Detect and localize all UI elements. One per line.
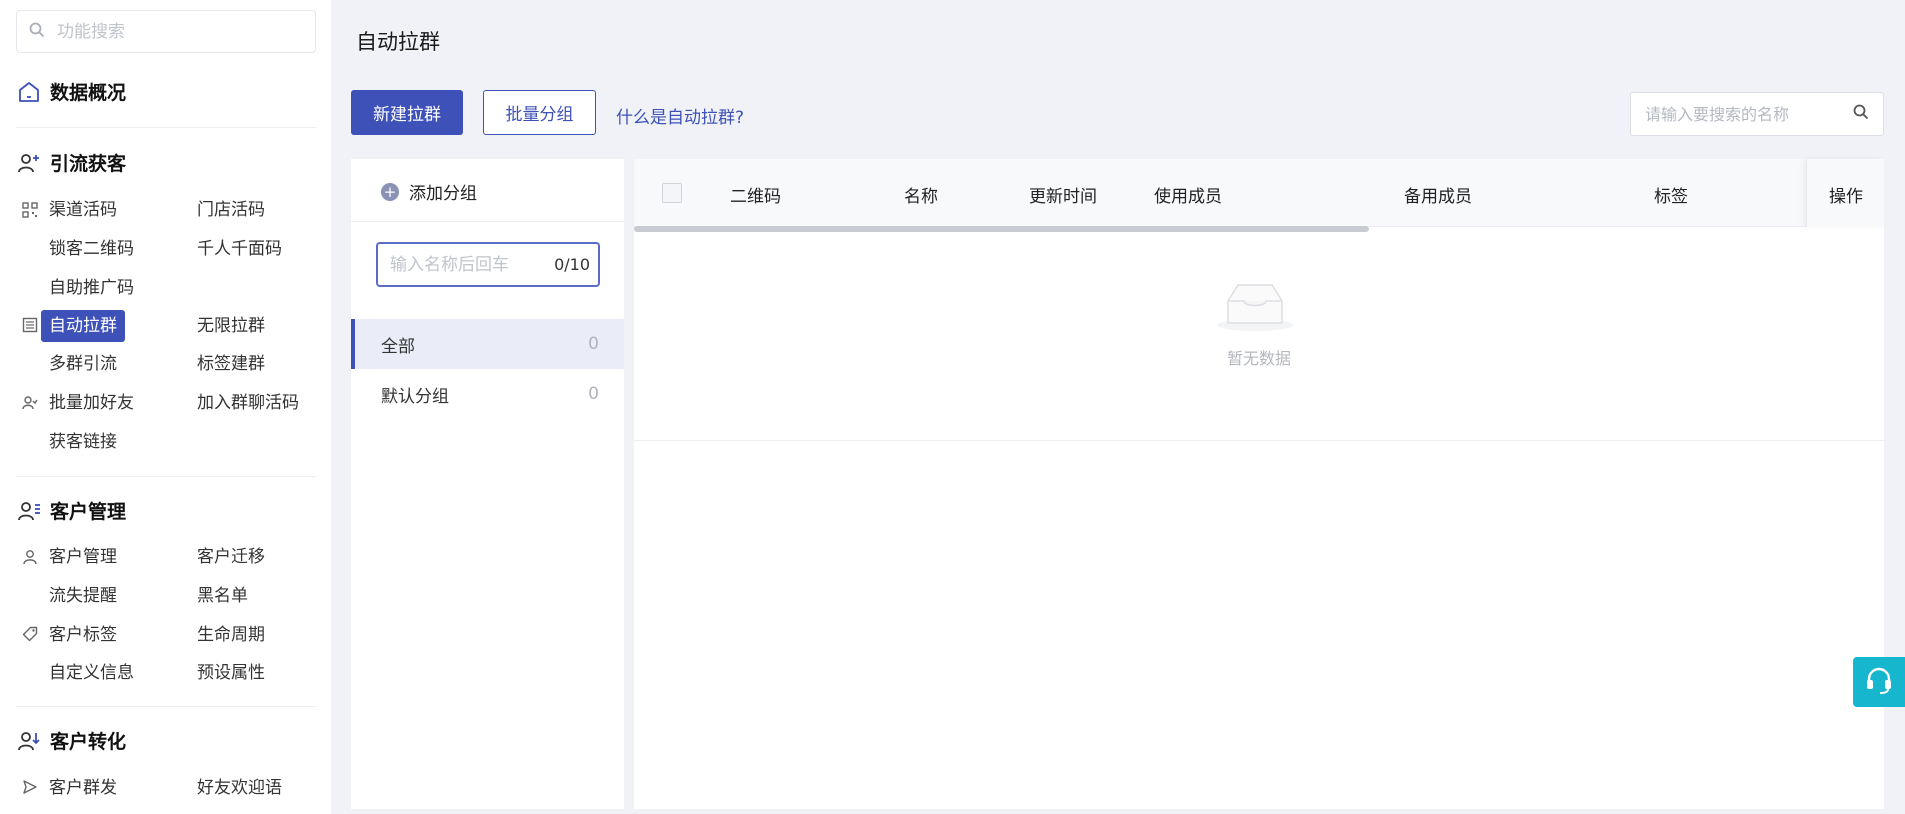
user-add-icon: [16, 150, 42, 176]
menu-churn-alert[interactable]: 流失提醒: [41, 580, 125, 612]
conversion-icon: [16, 728, 42, 754]
name-search[interactable]: [1630, 92, 1884, 136]
feature-search-input[interactable]: [57, 21, 307, 42]
menu-acquisition-link[interactable]: 获客链接: [41, 426, 125, 458]
feature-search[interactable]: [16, 10, 316, 53]
group-count: 0: [588, 384, 599, 404]
search-icon[interactable]: [1853, 104, 1869, 124]
group-panel: + 添加分组 0/10 全部 0 默认分组 0: [351, 159, 624, 809]
menu-welcome-message[interactable]: 好友欢迎语: [189, 772, 290, 804]
menu-tag-group[interactable]: 标签建群: [189, 348, 273, 380]
column-members: 使用成员: [1154, 187, 1222, 207]
section-title: 客户管理: [50, 501, 127, 523]
menu-customer-mgmt[interactable]: 客户管理: [41, 541, 125, 573]
help-link[interactable]: 什么是自动拉群?: [616, 103, 744, 128]
horizontal-scrollbar[interactable]: [634, 226, 1884, 233]
table-panel: 二维码 名称 更新时间 使用成员 备用成员 标签 操作 暂无数据: [634, 159, 1884, 809]
char-count: 0/10: [554, 255, 590, 274]
menu-lifecycle[interactable]: 生命周期: [189, 619, 273, 651]
person-icon: [20, 547, 40, 567]
divider: [16, 706, 316, 707]
group-item-default[interactable]: 默认分组 0: [351, 369, 624, 419]
add-group-label: 添加分组: [409, 184, 477, 204]
menu-blacklist[interactable]: 黑名单: [189, 580, 256, 612]
column-actions: 操作: [1829, 187, 1863, 207]
scrollbar-thumb[interactable]: [634, 226, 1369, 232]
menu-customer-migration[interactable]: 客户迁移: [189, 541, 273, 573]
menu-preset-attrs[interactable]: 预设属性: [189, 657, 273, 689]
list-icon: [20, 315, 40, 335]
section-data-overview[interactable]: 数据概况: [16, 78, 126, 105]
home-icon: [16, 79, 42, 105]
menu-join-group-code[interactable]: 加入群聊活码: [189, 387, 307, 419]
group-name: 默认分组: [381, 386, 449, 407]
menu-multi-group-lead[interactable]: 多群引流: [41, 348, 125, 380]
page-title: 自动拉群: [356, 30, 440, 54]
menu-batch-add-friends[interactable]: 批量加好友: [41, 387, 142, 419]
group-name-input[interactable]: [390, 254, 555, 275]
menu-mass-send[interactable]: 客户群发: [41, 772, 125, 804]
search-icon: [29, 22, 51, 42]
section-title: 客户转化: [50, 731, 127, 753]
column-backup-members: 备用成员: [1404, 187, 1472, 207]
empty-box-icon: [1216, 279, 1294, 338]
select-all-checkbox[interactable]: [662, 183, 682, 203]
column-updated-time: 更新时间: [1029, 187, 1097, 207]
customer-list-icon: [16, 498, 42, 524]
section-title: 数据概况: [50, 82, 127, 104]
headset-icon: [1864, 665, 1894, 700]
menu-custom-info[interactable]: 自定义信息: [41, 657, 142, 689]
column-tags: 标签: [1654, 187, 1688, 207]
section-customer-mgmt: 客户管理: [16, 497, 126, 524]
menu-store-code[interactable]: 门店活码: [189, 194, 273, 226]
section-lead-gen: 引流获客: [16, 149, 126, 176]
add-group-button[interactable]: + 添加分组: [381, 179, 477, 204]
divider: [351, 221, 624, 222]
divider: [16, 476, 316, 477]
group-count: 0: [588, 334, 599, 354]
column-name: 名称: [904, 187, 938, 207]
menu-lock-qrcode[interactable]: 锁客二维码: [41, 233, 142, 265]
divider: [16, 127, 316, 128]
menu-personalized-code[interactable]: 千人千面码: [189, 233, 290, 265]
name-search-input[interactable]: [1645, 104, 1853, 124]
table-header: 二维码 名称 更新时间 使用成员 备用成员 标签 操作: [634, 159, 1884, 227]
batch-add-icon: [20, 393, 40, 413]
menu-auto-group[interactable]: 自动拉群: [41, 310, 125, 342]
menu-channel-code[interactable]: 渠道活码: [41, 194, 125, 226]
customer-service-button[interactable]: [1853, 657, 1905, 707]
section-customer-conversion: 客户转化: [16, 727, 126, 754]
menu-customer-tags[interactable]: 客户标签: [41, 619, 125, 651]
group-name: 全部: [381, 336, 415, 357]
group-item-all[interactable]: 全部 0: [351, 319, 624, 369]
tag-icon: [20, 624, 40, 644]
empty-state: 暂无数据: [634, 233, 1884, 441]
column-qrcode: 二维码: [730, 187, 781, 207]
group-name-field[interactable]: 0/10: [376, 242, 600, 287]
sidebar: 数据概况 引流获客 渠道活码 门店活码 锁客二维码 千人千面码 自助推广码 自动…: [0, 0, 331, 814]
plus-circle-icon: +: [381, 182, 399, 201]
section-title: 引流获客: [50, 153, 127, 175]
batch-group-button[interactable]: 批量分组: [483, 90, 596, 135]
menu-unlimited-group[interactable]: 无限拉群: [189, 310, 273, 342]
empty-text: 暂无数据: [1226, 349, 1291, 368]
column-actions-header: 操作: [1806, 159, 1884, 227]
send-icon: [20, 777, 40, 797]
menu-self-promo-code[interactable]: 自助推广码: [41, 272, 142, 304]
qrcode-icon: [20, 200, 40, 220]
new-auto-group-button[interactable]: 新建拉群: [351, 90, 463, 135]
